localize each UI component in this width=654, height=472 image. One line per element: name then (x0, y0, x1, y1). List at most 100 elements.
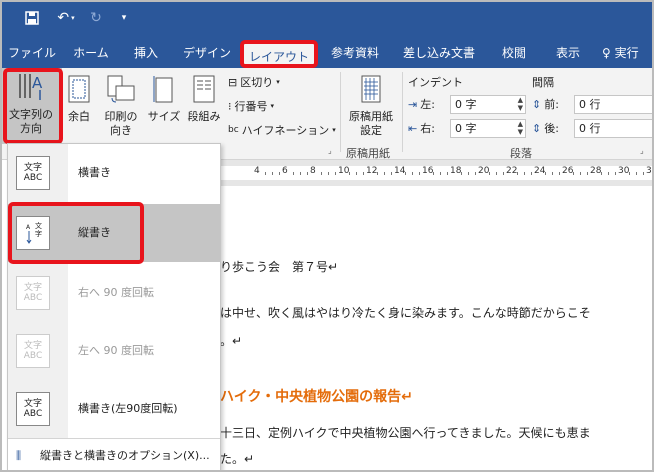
doc-line: た。↵ (220, 452, 255, 466)
chevron-down-icon: ▾ (270, 102, 275, 110)
ruler-tick (272, 172, 273, 175)
hyphenation-icon: bc (228, 125, 239, 135)
line-numbers-button[interactable]: ⁝ 行番号 ▾ (228, 98, 274, 114)
tab-file[interactable]: ファイル (6, 38, 58, 68)
ruler-tick (300, 172, 301, 175)
ruler-number: 22 (506, 166, 518, 176)
spacing-after-input[interactable]: 0 行 (574, 119, 654, 138)
ruler-tick (440, 172, 441, 175)
ruler-tick (468, 172, 469, 175)
ruler-tick (328, 172, 329, 175)
manuscript-group-label: 原稿用紙 (346, 147, 390, 160)
tab-layout[interactable]: レイアウト (240, 40, 318, 68)
ruler-tick (321, 172, 322, 175)
doc-heading: ハイク・中央植物公園の報告↵ (220, 389, 413, 405)
tell-me-search[interactable]: ♀ 実行 (602, 38, 654, 68)
ruler-tick (384, 172, 385, 175)
ruler-tick (377, 172, 378, 175)
margins-icon (64, 74, 94, 108)
tab-view[interactable]: 表示 (546, 38, 590, 68)
menu-item-horizontal[interactable]: 文字 ABC 横書き (8, 144, 220, 202)
manuscript-settings-button[interactable]: 原稿用紙 設定 (344, 74, 398, 138)
ruler-tick (356, 172, 357, 175)
horizontal-ruler[interactable]: 4 6 8 10 12 14 16 18 20 22 24 26 28 30 32 (220, 160, 654, 186)
highlight-vertical (8, 202, 144, 264)
ruler-tick (517, 172, 518, 175)
lightbulb-icon: ♀ (602, 46, 611, 60)
highlight-text-direction (3, 68, 63, 144)
group-divider (402, 72, 403, 152)
size-icon (146, 74, 182, 108)
ruler-number: 24 (534, 166, 546, 176)
ruler-number: 16 (422, 166, 434, 176)
breaks-button[interactable]: ⊟ 区切り ▾ (228, 74, 280, 90)
tab-insert[interactable]: 挿入 (124, 38, 168, 68)
orientation-icon (100, 74, 142, 108)
spacing-before-input[interactable]: 0 行 (574, 95, 654, 114)
spinner-icon[interactable]: ▲ ▼ (518, 96, 523, 112)
ruler-tick (503, 172, 504, 175)
undo-icon[interactable]: ↶ ▾ (52, 8, 80, 28)
tab-home[interactable]: ホーム (66, 38, 116, 68)
ruler-tick (307, 172, 308, 175)
ruler-tick (293, 172, 294, 175)
indent-left-input[interactable]: 0 字 ▲ ▼ (450, 95, 526, 114)
hyphenation-button[interactable]: bc ハイフネーション ▾ (228, 122, 336, 138)
ruler-tick (615, 172, 616, 175)
ruler-tick (545, 172, 546, 175)
ruler-tick (433, 172, 434, 175)
ruler-tick (391, 172, 392, 175)
horizontal-rotated-icon: 文字 ABC (16, 392, 50, 426)
text-direction-options-icon: ⫼ (16, 449, 22, 462)
ruler-tick (419, 172, 420, 175)
ruler-number: 8 (310, 166, 316, 176)
tab-design[interactable]: デザイン (178, 38, 236, 68)
menu-divider (8, 438, 220, 439)
ruler-number: 20 (478, 166, 490, 176)
orientation-button[interactable]: 印刷の 向き (100, 74, 142, 138)
spacing-after-label: ⇕ 後: (532, 121, 559, 136)
ruler-tick (475, 172, 476, 175)
ruler-number: 30 (618, 166, 630, 176)
spacing-before-label: ⇕ 前: (532, 97, 559, 112)
indent-right-input[interactable]: 0 字 ▲ ▼ (450, 119, 526, 138)
doc-line: り歩こう会 第７号↵ (220, 260, 339, 274)
indent-right-label: ⇤ 右: (408, 121, 435, 136)
margins-button[interactable]: 余白 (64, 74, 94, 124)
ruler-tick (524, 172, 525, 175)
ruler-tick (335, 172, 336, 175)
save-icon[interactable] (22, 8, 42, 28)
document-page[interactable]: り歩こう会 第７号↵ は中せ、吹く風はやはり冷たく身に染みます。こんな時節だから… (220, 186, 654, 472)
tab-mailings[interactable]: 差し込み文書 (396, 38, 482, 68)
manuscript-icon (344, 74, 398, 108)
ruler-tick (265, 172, 266, 175)
size-button[interactable]: サイズ (146, 74, 182, 124)
ruler-number: 6 (282, 166, 288, 176)
redo-icon[interactable]: ↻ (86, 8, 106, 28)
paragraph-launcher-icon[interactable]: ⌟ (640, 146, 644, 155)
tab-review[interactable]: 校閲 (494, 38, 534, 68)
ruler-tick (461, 172, 462, 175)
group-divider (340, 72, 341, 152)
text-direction-menu: 文字 ABC 横書き 文字A 縦書き 文字 ABC 右へ 90 度回転 文字 A… (7, 143, 221, 472)
columns-button[interactable]: 段組み (186, 74, 222, 124)
tab-references[interactable]: 参考資料 (324, 38, 386, 68)
ruler-tick (279, 172, 280, 175)
ruler-tick (447, 172, 448, 175)
line-numbers-icon: ⁝ (228, 99, 232, 113)
spacing-after-icon: ⇕ (532, 121, 542, 135)
horizontal-text-icon: 文字 ABC (16, 156, 50, 190)
doc-line: は中せ、吹く風はやはり冷たく身に染みます。こんな時節だからこそ (220, 306, 591, 320)
page-setup-launcher-icon[interactable]: ⌟ (328, 146, 332, 155)
rotate-left-icon: 文字 ABC (16, 334, 50, 368)
ruler-tick (643, 172, 644, 175)
spinner-icon[interactable]: ▲ ▼ (518, 120, 523, 136)
menu-item-rotate-left: 文字 ABC 左へ 90 度回転 (8, 322, 220, 380)
menu-item-horizontal-rotated[interactable]: 文字 ABC 横書き(左90度回転) (8, 380, 220, 438)
ruler-tick (559, 172, 560, 175)
menu-item-text-direction-options[interactable]: ⫼ 縦書きと横書きのオプション(X)... (8, 440, 220, 471)
ruler-number: 18 (450, 166, 462, 176)
doc-line: 十三日、定例ハイクで中央植物公園へ行ってきました。天候にも恵ま (220, 426, 591, 440)
customize-icon[interactable]: ▾ (116, 8, 132, 28)
ruler-tick (405, 172, 406, 175)
